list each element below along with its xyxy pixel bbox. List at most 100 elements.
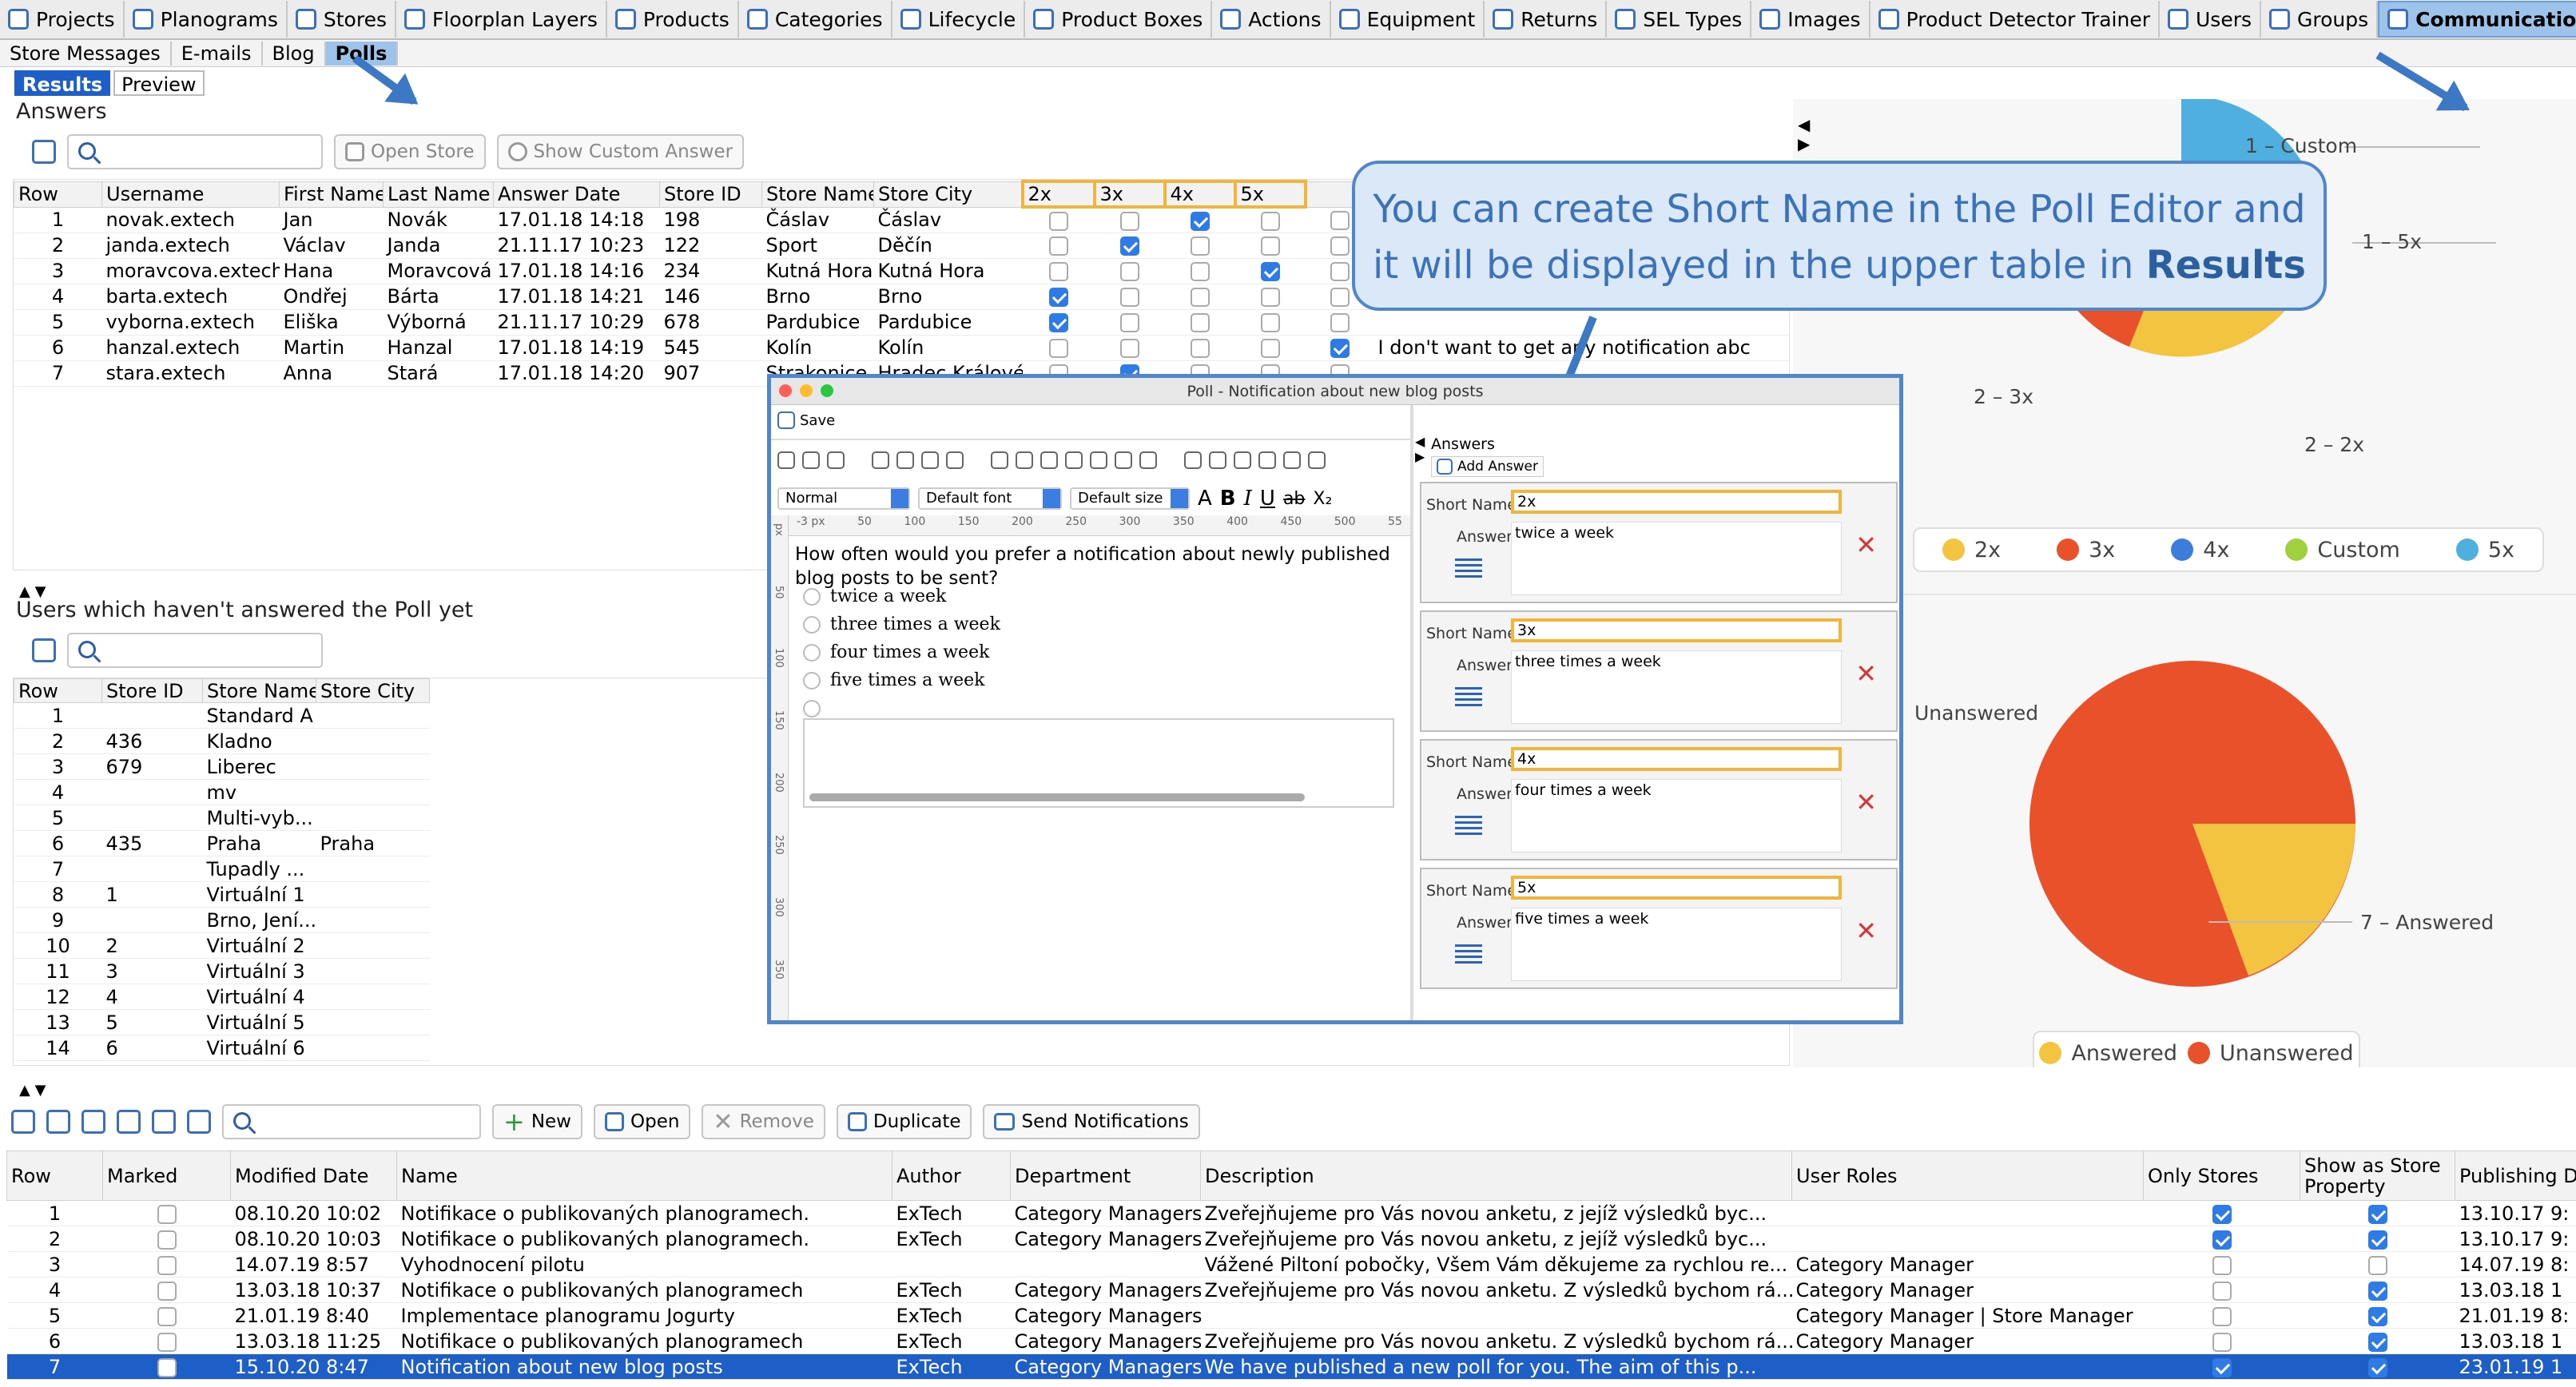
- zoom-window-icon[interactable]: [821, 384, 833, 397]
- answer-checkbox[interactable]: [1190, 339, 1210, 358]
- column-header-store-city[interactable]: Store City: [316, 678, 430, 703]
- column-header-answer-date[interactable]: Answer Date: [493, 181, 660, 208]
- subtab-blog[interactable]: Blog: [263, 41, 326, 66]
- tab-product-detector-trainer[interactable]: Product Detector Trainer: [1870, 1, 2160, 38]
- column-header-3x[interactable]: 3x: [1092, 180, 1167, 209]
- answer-checkbox[interactable]: [1330, 236, 1350, 256]
- column-header-store-id[interactable]: Store ID: [659, 181, 762, 208]
- tab-images[interactable]: Images: [1751, 1, 1870, 38]
- legend-item-3x[interactable]: 3x: [2057, 538, 2115, 562]
- table-row[interactable]: 6 13.03.18 11:25 Notifikace o publikovanýc…: [6, 1328, 2576, 1354]
- bold-icon[interactable]: B: [1220, 487, 1236, 511]
- check-all-icon[interactable]: [11, 1110, 35, 1134]
- table-row[interactable]: 6 435 Praha Praha: [14, 830, 430, 856]
- font-color-icon[interactable]: A: [1198, 487, 1212, 511]
- table-row[interactable]: 7 Tupadly ...: [14, 856, 430, 882]
- delete-row-icon[interactable]: [1308, 451, 1326, 469]
- column-header-username[interactable]: Username: [101, 181, 280, 208]
- image-icon[interactable]: [896, 451, 914, 469]
- only-checkbox[interactable]: [2212, 1281, 2232, 1301]
- merge-icon[interactable]: [1209, 451, 1226, 469]
- column-header-store-name[interactable]: Store Name: [761, 181, 874, 208]
- tab-categories[interactable]: Categories: [739, 1, 892, 38]
- show-checkbox[interactable]: [2367, 1204, 2387, 1224]
- legend-item-4x[interactable]: 4x: [2171, 538, 2229, 562]
- tab-users[interactable]: Users: [2160, 1, 2262, 38]
- short-name-input[interactable]: 3x: [1511, 618, 1842, 642]
- table-row[interactable]: 12 4 Virtuální 4: [14, 984, 430, 1010]
- new-button[interactable]: + New: [492, 1104, 582, 1139]
- answer-checkbox[interactable]: [1260, 339, 1280, 358]
- reorder-handle-icon[interactable]: [1455, 684, 1482, 711]
- answer-checkbox[interactable]: [1119, 313, 1139, 332]
- export-icon[interactable]: [32, 140, 56, 164]
- column-header-row[interactable]: Row: [14, 678, 102, 703]
- table-row[interactable]: 5 21.01.19 8:40 Implementace planogramu Jo…: [6, 1302, 2576, 1329]
- answer-checkbox[interactable]: [1190, 288, 1210, 307]
- show-checkbox[interactable]: [2367, 1255, 2387, 1275]
- answer-checkbox[interactable]: [1190, 262, 1210, 281]
- answer-checkbox[interactable]: [1190, 313, 1210, 332]
- marked-checkbox[interactable]: [157, 1332, 177, 1352]
- close-window-icon[interactable]: [779, 384, 792, 397]
- find-icon[interactable]: [991, 451, 1008, 469]
- answer-checkbox[interactable]: [1190, 211, 1210, 231]
- answer-checkbox[interactable]: [1119, 339, 1139, 358]
- layout-icon[interactable]: [1115, 451, 1132, 469]
- column-header-department[interactable]: Department: [1010, 1151, 1201, 1201]
- table-row[interactable]: 1 Standard A: [14, 702, 430, 729]
- show-checkbox[interactable]: [2367, 1332, 2387, 1352]
- show-custom-answer-button[interactable]: Show Custom Answer: [496, 134, 745, 169]
- answer-checkbox[interactable]: [1048, 339, 1068, 358]
- only-checkbox[interactable]: [2212, 1357, 2232, 1377]
- marked-checkbox[interactable]: [157, 1357, 177, 1377]
- delete-answer-icon[interactable]: ✕: [1855, 787, 1877, 817]
- answer-checkbox[interactable]: [1119, 211, 1139, 231]
- poll-option[interactable]: twice a week: [803, 582, 1000, 610]
- redo-icon[interactable]: [946, 451, 964, 469]
- copy-icon[interactable]: [46, 1110, 70, 1134]
- column-header-2x[interactable]: 2x: [1020, 180, 1096, 209]
- answer-checkbox[interactable]: [1048, 313, 1068, 332]
- minimize-window-icon[interactable]: [800, 384, 813, 397]
- paste-icon[interactable]: [81, 1110, 105, 1134]
- show-checkbox[interactable]: [2367, 1306, 2387, 1326]
- table-row[interactable]: 7 15.10.20 8:47 Notification about new blo…: [6, 1353, 2576, 1380]
- duplicate-button[interactable]: Duplicate: [836, 1104, 972, 1139]
- clear-format-icon[interactable]: [1065, 451, 1083, 469]
- answer-text-input[interactable]: twice a week: [1511, 522, 1842, 595]
- edit-icon[interactable]: [1040, 451, 1058, 469]
- image-icon[interactable]: [117, 1110, 141, 1134]
- horizontal-scrollbar[interactable]: [809, 793, 1305, 801]
- view-tab-results[interactable]: Results: [14, 70, 111, 96]
- list-icon[interactable]: [152, 1110, 176, 1134]
- marked-checkbox[interactable]: [157, 1204, 177, 1224]
- column-header-show-as-store-property[interactable]: Show as Store Property: [2300, 1151, 2455, 1201]
- tab-communication[interactable]: Communication: [2378, 1, 2576, 38]
- paste-icon[interactable]: [827, 451, 845, 469]
- table-row[interactable]: 9 Brno, Jení...: [14, 907, 430, 933]
- poll-option[interactable]: five times a week: [803, 666, 1000, 694]
- undo-icon[interactable]: [921, 451, 939, 469]
- collapse-arrows[interactable]: ◀ ▶: [1415, 434, 1425, 464]
- poll-option[interactable]: three times a week: [803, 610, 1000, 638]
- column-header-row[interactable]: Row: [6, 1151, 103, 1201]
- answer-checkbox[interactable]: [1260, 288, 1280, 307]
- table-row[interactable]: 13 5 Virtuální 5: [14, 1009, 430, 1035]
- tab-projects[interactable]: Projects: [0, 1, 125, 38]
- answer-checkbox[interactable]: [1048, 211, 1068, 231]
- answer-checkbox[interactable]: [1048, 262, 1068, 281]
- cell-icon[interactable]: [1184, 451, 1202, 469]
- legend-item-2x[interactable]: 2x: [1942, 538, 2001, 562]
- table-row[interactable]: 5 vyborna.extech Eliška Výborná 21.11.17 10:…: [14, 309, 1789, 336]
- table-row[interactable]: 4 13.03.18 10:37 Notifikace o publikovanýc…: [6, 1277, 2576, 1303]
- column-header-first-name[interactable]: First Name: [279, 181, 384, 208]
- split-icon[interactable]: [1234, 451, 1251, 469]
- column-header-store-name[interactable]: Store Name: [202, 678, 316, 703]
- italic-icon[interactable]: I: [1244, 487, 1252, 511]
- table-row[interactable]: 1 08.10.20 10:02 Notifikace o publikovanýc…: [6, 1200, 2576, 1226]
- table-row[interactable]: 5 Multi-vyb...: [14, 805, 430, 831]
- table-row[interactable]: 6 hanzal.extech Martin Hanzal 17.01.18 14:19…: [14, 335, 1789, 361]
- tab-groups[interactable]: Groups: [2261, 1, 2379, 38]
- table-row[interactable]: 11 3 Virtuální 3: [14, 958, 430, 984]
